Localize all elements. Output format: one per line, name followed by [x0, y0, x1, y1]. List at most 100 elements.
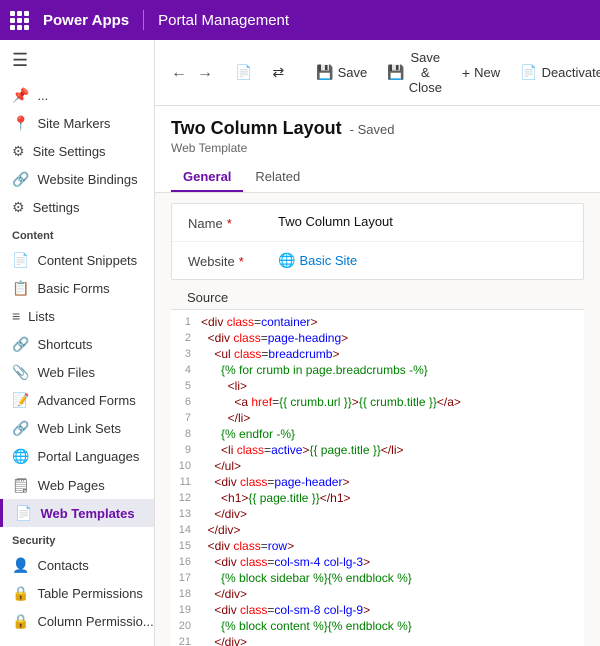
name-field: Name* Two Column Layout — [172, 204, 583, 242]
page-saved-status: - Saved — [350, 122, 395, 137]
arrows-icon: ⇄ — [272, 64, 284, 81]
line-number: 3 — [171, 347, 201, 360]
page-tabs: General Related — [171, 163, 584, 192]
code-line: 14 </div> — [171, 522, 584, 538]
line-content: </ul> — [201, 459, 584, 473]
line-number: 18 — [171, 587, 201, 600]
sidebar-item-web-link-sets[interactable]: 🔗 Web Link Sets — [0, 415, 154, 443]
form-section: Name* Two Column Layout Website* 🌐 Basic… — [171, 203, 584, 280]
sidebar-item-web-templates[interactable]: 📄 Web Templates — [0, 499, 154, 527]
hamburger-menu[interactable]: ☰ — [0, 40, 154, 81]
sidebar-item-contacts[interactable]: 👤 Contacts — [0, 551, 154, 579]
sidebar-item-column-permissions[interactable]: 🔒 Column Permissio... — [0, 608, 154, 636]
sidebar: ☰ 📌 ... 📍 Site Markers ⚙ Site Settings 🔗… — [0, 40, 155, 646]
line-content: <div class=row> — [201, 539, 584, 553]
sidebar-item-label: Settings — [33, 200, 80, 215]
page-title-row: Two Column Layout - Saved — [171, 118, 584, 139]
column-permissions-icon: 🔒 — [12, 613, 29, 630]
code-line: 4 {% for crumb in page.breadcrumbs -%} — [171, 362, 584, 378]
sidebar-item-content-snippets[interactable]: 📄 Content Snippets — [0, 246, 154, 274]
save-label: Save — [338, 65, 368, 80]
tab-related[interactable]: Related — [243, 163, 312, 192]
website-link-text: Basic Site — [299, 253, 357, 268]
sidebar-item-website-bindings[interactable]: 🔗 Website Bindings — [0, 166, 154, 194]
new-button[interactable]: + New — [454, 61, 508, 85]
back-button[interactable]: ← — [167, 62, 191, 84]
website-link[interactable]: 🌐 Basic Site — [278, 252, 567, 269]
line-content: <div class=container> — [201, 315, 584, 329]
line-number: 6 — [171, 395, 201, 408]
arrows-button[interactable]: ⇄ — [264, 60, 292, 85]
content-snippets-icon: 📄 — [12, 252, 29, 269]
code-line: 5 <li> — [171, 378, 584, 394]
security-section-label: Security — [0, 527, 154, 551]
sidebar-item-label: Web Templates — [40, 506, 134, 521]
doc-button[interactable]: 📄 — [227, 60, 260, 85]
page-header: Two Column Layout - Saved Web Template G… — [155, 106, 600, 193]
code-line: 19 <div class=col-sm-8 col-lg-9> — [171, 602, 584, 618]
tab-general[interactable]: General — [171, 163, 243, 192]
lists-icon: ≡ — [12, 308, 20, 324]
website-field: Website* 🌐 Basic Site — [172, 242, 583, 279]
deactivate-icon: 📄 — [520, 64, 537, 81]
sidebar-item-label: Site Markers — [37, 116, 110, 131]
portal-languages-icon: 🌐 — [12, 448, 29, 465]
code-line: 8 {% endfor -%} — [171, 426, 584, 442]
line-content: </div> — [201, 523, 584, 537]
line-number: 15 — [171, 539, 201, 552]
site-markers-icon: 📍 — [12, 115, 29, 132]
save-close-button[interactable]: 💾 Save & Close — [379, 46, 450, 99]
sidebar-item-label: Advanced Forms — [37, 393, 135, 408]
sidebar-item-basic-forms[interactable]: 📋 Basic Forms — [0, 274, 154, 302]
website-required: * — [239, 254, 244, 269]
sidebar-item-web-files[interactable]: 📎 Web Files — [0, 358, 154, 386]
sidebar-item-label: Lists — [28, 309, 55, 324]
sidebar-item-label: Web Files — [37, 365, 95, 380]
code-line: 9 <li class=active>{{ page.title }}</li> — [171, 442, 584, 458]
grid-icon[interactable] — [10, 11, 29, 30]
sidebar-item-portal-languages[interactable]: 🌐 Portal Languages — [0, 443, 154, 471]
sidebar-item-label: Shortcuts — [37, 337, 92, 352]
line-number: 17 — [171, 571, 201, 584]
line-content: </div> — [201, 635, 584, 646]
web-link-sets-icon: 🔗 — [12, 420, 29, 437]
sidebar-item-site-settings[interactable]: ⚙ Site Settings — [0, 137, 154, 165]
save-close-icon: 💾 — [387, 64, 404, 81]
line-content: <div class=col-sm-4 col-lg-3> — [201, 555, 584, 569]
save-button[interactable]: 💾 Save — [308, 60, 375, 85]
line-number: 2 — [171, 331, 201, 344]
sidebar-item-settings[interactable]: ⚙ Settings — [0, 194, 154, 222]
new-label: New — [474, 65, 500, 80]
sidebar-item-lists[interactable]: ≡ Lists — [0, 303, 154, 330]
line-content: <div class=col-sm-8 col-lg-9> — [201, 603, 584, 617]
web-pages-icon: 🗒 — [12, 477, 30, 494]
line-number: 10 — [171, 459, 201, 472]
settings-icon: ⚙ — [12, 199, 25, 216]
line-content: {% block sidebar %}{% endblock %} — [201, 571, 584, 585]
code-line: 1<div class=container> — [171, 314, 584, 330]
topbar-divider — [143, 10, 144, 30]
sidebar-item-site-markers[interactable]: 📍 Site Markers — [0, 109, 154, 137]
deactivate-button[interactable]: 📄 Deactivate — [512, 60, 600, 85]
sidebar-item-shortcuts[interactable]: 🔗 Shortcuts — [0, 330, 154, 358]
sidebar-item-table-permissions[interactable]: 🔒 Table Permissions — [0, 580, 154, 608]
shortcuts-icon: 🔗 — [12, 336, 29, 353]
sidebar-item-advanced-forms[interactable]: 📝 Advanced Forms — [0, 386, 154, 414]
line-number: 20 — [171, 619, 201, 632]
sidebar-item-label: ... — [37, 88, 48, 103]
web-files-icon: 📎 — [12, 364, 29, 381]
sidebar-item-label: Site Settings — [33, 144, 106, 159]
sidebar-item-stub[interactable]: 📌 ... — [0, 81, 154, 109]
line-content: <div class=page-heading> — [201, 331, 584, 345]
code-line: 2 <div class=page-heading> — [171, 330, 584, 346]
code-editor[interactable]: 1<div class=container>2 <div class=page-… — [171, 309, 584, 646]
deactivate-label: Deactivate — [542, 65, 600, 80]
forward-button[interactable]: → — [193, 62, 217, 84]
name-label: Name* — [188, 214, 278, 231]
code-line: 6 <a href={{ crumb.url }}>{{ crumb.title… — [171, 394, 584, 410]
main-layout: ☰ 📌 ... 📍 Site Markers ⚙ Site Settings 🔗… — [0, 40, 600, 646]
sidebar-item-web-pages[interactable]: 🗒 Web Pages — [0, 471, 154, 499]
code-line: 3 <ul class=breadcrumb> — [171, 346, 584, 362]
line-number: 9 — [171, 443, 201, 456]
sidebar-item-label: Website Bindings — [37, 172, 137, 187]
